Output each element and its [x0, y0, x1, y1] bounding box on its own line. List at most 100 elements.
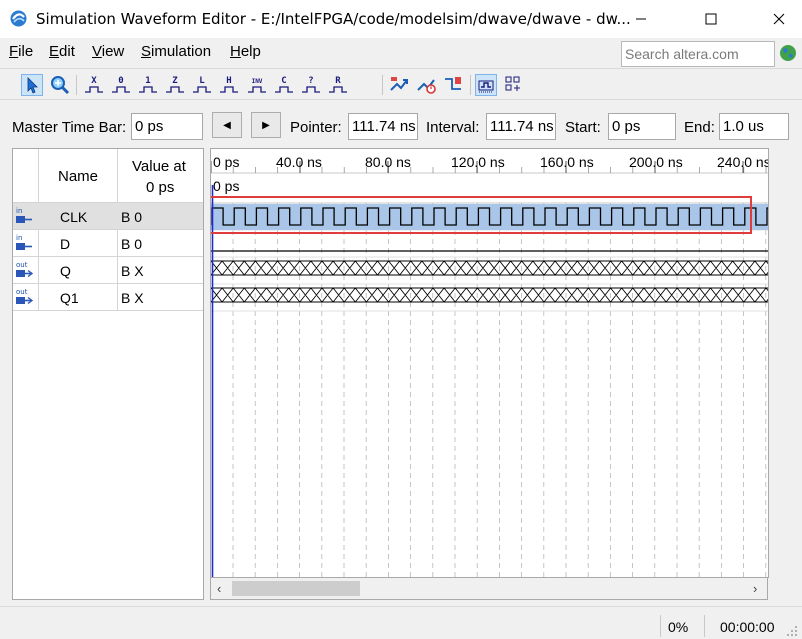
zoom-tool-button[interactable] [49, 74, 71, 96]
signal-row[interactable]: in CLK B 0 [13, 203, 203, 230]
selection-tool-button[interactable] [21, 74, 43, 96]
svg-text:L: L [199, 76, 205, 86]
arrange-group-icon [505, 76, 520, 91]
svg-text:out: out [16, 288, 28, 296]
maximize-button[interactable] [688, 0, 734, 38]
minimize-button[interactable] [618, 0, 664, 38]
signal-row[interactable]: out Q1 B X [13, 284, 203, 311]
globe-icon[interactable] [779, 44, 797, 62]
scroll-left-icon[interactable]: ‹ [217, 581, 221, 596]
master-time-bar-label: Master Time Bar: [12, 119, 127, 136]
resize-grip-icon[interactable] [786, 625, 798, 637]
random-values-button[interactable]: R [327, 74, 349, 96]
menu-mnemonic: V [92, 43, 102, 60]
svg-text:out: out [16, 261, 28, 269]
svg-text:C: C [281, 76, 286, 86]
output-pin-icon: out [16, 288, 33, 305]
weak-high-button[interactable]: H [218, 74, 240, 96]
invert-icon: INV [248, 78, 266, 93]
run-functional-simulation-button[interactable] [388, 74, 410, 96]
count-value-button[interactable]: C [273, 74, 295, 96]
status-bar: 0% 00:00:00 [0, 606, 802, 639]
signal-row[interactable]: in D B 0 [13, 230, 203, 257]
menu-mnemonic: E [49, 43, 60, 60]
signal-list-panel: Name Value at 0 ps in CLK B 0 in D B 0 out Q B X… [12, 148, 204, 600]
close-button[interactable] [756, 0, 802, 38]
signal-list-header: Name Value at 0 ps [13, 149, 203, 203]
weak-low-button[interactable]: L [191, 74, 213, 96]
high-impedance-button[interactable]: Z [164, 74, 186, 96]
time-controls: Master Time Bar: 0 ps ◀ ▶ Pointer: 111.7… [0, 100, 802, 148]
waveform-canvas[interactable] [211, 149, 768, 578]
menu-view[interactable]: View [92, 43, 124, 60]
q-waveform[interactable] [211, 260, 768, 276]
svg-text:?: ? [308, 76, 313, 86]
input-pin-icon: in [16, 234, 32, 250]
forcing-high-button[interactable]: 1 [137, 74, 159, 96]
horizontal-scrollbar[interactable]: ‹ › [210, 578, 768, 600]
signal-row[interactable]: out Q B X [13, 257, 203, 284]
signal-name: Q1 [60, 290, 79, 306]
progress-percent: 0% [668, 619, 689, 635]
weak-low-icon: L [193, 76, 211, 93]
toolbar: X 0 1 Z L H INV C? R [0, 68, 802, 100]
end-label: End: [684, 119, 715, 136]
waveform-panel[interactable]: 0 ps 40.0 ns 80.0 ns 120.0 ns 160.0 ns 200.0 … [210, 148, 768, 578]
svg-text:R: R [335, 76, 341, 86]
previous-transition-button[interactable]: ◀ [212, 112, 242, 138]
menu-simulation[interactable]: Simulation [141, 43, 211, 60]
menu-mnemonic: H [230, 43, 241, 60]
value-column-header[interactable]: Value at [132, 158, 186, 175]
maximize-icon [705, 13, 717, 25]
start-value[interactable]: 0 ps [608, 113, 676, 140]
menu-edit[interactable]: Edit [49, 43, 75, 60]
output-pin-icon: out [16, 261, 33, 278]
ruler-tick-label: 160.0 ns [540, 154, 594, 170]
interval-value[interactable]: 111.74 ns [486, 113, 556, 140]
ruler-tick-label: 240.0 ns [717, 154, 768, 170]
svg-text:1: 1 [145, 76, 150, 86]
invert-button[interactable]: INV [246, 74, 268, 96]
next-transition-button[interactable]: ▶ [251, 112, 281, 138]
forcing-low-button[interactable]: 0 [110, 74, 132, 96]
ruler-tick-label: 120.0 ns [451, 154, 505, 170]
overwrite-clock-button[interactable]: ? [300, 74, 322, 96]
ruler-tick-label: 200.0 ns [629, 154, 683, 170]
generate-netlist-button[interactable] [442, 74, 464, 96]
run-timing-simulation-icon [417, 79, 436, 94]
svg-text:in: in [16, 234, 22, 242]
svg-text:Z: Z [172, 76, 178, 86]
snap-to-grid-button[interactable] [475, 74, 497, 96]
snap-to-grid-icon [478, 80, 494, 93]
selection-tool-icon [27, 77, 38, 94]
scrollbar-thumb[interactable] [232, 581, 360, 596]
pointer-label: Pointer: [290, 119, 342, 136]
menu-mnemonic: F [9, 43, 19, 60]
signal-value: B 0 [121, 236, 143, 252]
run-timing-simulation-button[interactable] [415, 74, 437, 96]
arrow-left-icon: ◀ [223, 119, 231, 131]
random-values-icon: R [329, 76, 347, 93]
arrange-group-button[interactable] [502, 74, 524, 96]
forcing-unknown-icon: X [85, 76, 103, 93]
end-value[interactable]: 1.0 us [719, 113, 789, 140]
menu-file[interactable]: File [9, 43, 33, 60]
forcing-high-icon: 1 [139, 76, 157, 93]
svg-text:INV: INV [252, 78, 263, 85]
scroll-right-icon[interactable]: › [753, 581, 757, 596]
menu-mnemonic: S [141, 43, 152, 60]
search-input[interactable]: Search altera.com [621, 41, 775, 67]
value-column-time: 0 ps [146, 179, 175, 196]
master-time-bar-marker-label: 0 ps [213, 178, 240, 194]
quartus-app-icon [10, 10, 27, 27]
forcing-unknown-button[interactable]: X [83, 74, 105, 96]
zoom-tool-icon [51, 76, 70, 95]
pointer-value[interactable]: 111.74 ns [348, 113, 418, 140]
svg-text:X: X [91, 76, 97, 86]
minimize-icon [636, 18, 646, 20]
master-time-bar-input[interactable]: 0 ps [131, 113, 203, 140]
menu-help[interactable]: Help [230, 43, 261, 60]
q1-waveform[interactable] [211, 287, 768, 303]
overwrite-clock-icon: ? [302, 76, 320, 93]
name-column-header[interactable]: Name [58, 168, 98, 185]
